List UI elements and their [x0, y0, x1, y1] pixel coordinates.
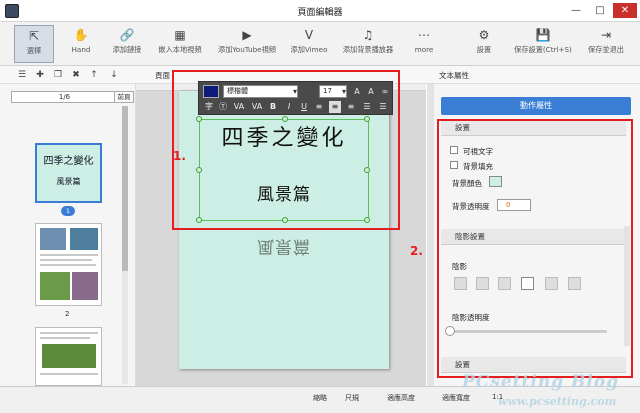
annotation-label-2: 2.: [410, 244, 423, 258]
music-note-icon: ♫: [362, 28, 374, 42]
move-down-icon[interactable]: ↓: [108, 69, 120, 81]
close-button[interactable]: ✕: [613, 3, 637, 18]
settings-button[interactable]: ⚙ 設置: [469, 25, 499, 63]
thumbnail-text-line: [40, 332, 98, 334]
minimize-button[interactable]: —: [565, 3, 587, 18]
film-icon: ▦: [174, 28, 186, 42]
thumbnail-photo: [40, 272, 70, 300]
select-tool-button[interactable]: ⇱ 選擇: [14, 25, 54, 63]
thumbnail-text-line: [40, 337, 90, 339]
main-toolbar: ⇱ 選擇 ✋ Hand 🔗 添加鏈接 ▦ 嵌入本地視頻 ▶ 添加YouTube視頻 V 添加…: [0, 22, 640, 66]
page-thumbnail-1[interactable]: 四季之變化 風景篇: [35, 143, 102, 203]
thumbnail-photo: [70, 228, 98, 250]
title-bar: 頁面編輯器 — □ ✕: [0, 0, 640, 22]
thumbnail-text-line: [40, 373, 98, 375]
annotation-box-1: [172, 70, 400, 230]
save-settings-button[interactable]: 💾 保存設置(Ctrl+S): [510, 25, 576, 63]
save-and-exit-button[interactable]: ⇥ 保存並退出: [582, 25, 630, 63]
page-thumbnail-2[interactable]: [35, 223, 102, 306]
annotation-label-1: 1.: [173, 149, 186, 163]
page-thumbnail-3[interactable]: [35, 327, 102, 386]
more-button[interactable]: ⋯ more: [409, 25, 439, 63]
thumbnail-subtitle: 風景篇: [56, 177, 81, 186]
list-icon[interactable]: ☰: [16, 69, 28, 81]
cursor-icon: ⇱: [28, 29, 40, 43]
add-page-icon[interactable]: ✚: [34, 69, 46, 81]
page-thumbnail-sidebar: 1/6 前頁 四季之變化 風景篇 1 2: [0, 84, 136, 386]
goto-page-button[interactable]: 前頁: [114, 91, 134, 103]
embed-local-video-button[interactable]: ▦ 嵌入本地視頻: [152, 25, 208, 63]
annotation-box-2: [437, 119, 633, 378]
maximize-button[interactable]: □: [589, 3, 611, 18]
gear-icon: ⚙: [478, 28, 490, 42]
action-properties-button[interactable]: 動作屬性: [441, 97, 631, 115]
tab-text-properties[interactable]: 文本屬性: [439, 70, 469, 81]
sidebar-scrollbar[interactable]: [122, 106, 128, 384]
move-up-icon[interactable]: ↑: [88, 69, 100, 81]
more-icon: ⋯: [418, 28, 430, 42]
thumbnail-text-line: [40, 264, 96, 266]
add-youtube-button[interactable]: ▶ 添加YouTube視頻: [212, 25, 282, 63]
scrollbar-thumb[interactable]: [122, 106, 128, 271]
thumbnail-photo: [72, 272, 98, 300]
play-icon: ▶: [242, 28, 252, 42]
copy-page-icon[interactable]: ❐: [52, 69, 64, 81]
window-title: 頁面編輯器: [297, 8, 343, 18]
exit-icon: ⇥: [600, 28, 612, 42]
thumbnail-title: 四季之變化: [43, 156, 94, 167]
page-number-badge: 1: [61, 206, 75, 216]
vimeo-icon: V: [304, 28, 314, 42]
fit-height-button[interactable]: 適應高度: [387, 393, 415, 403]
page-editor-window: 頁面編輯器 — □ ✕ ⇱ 選擇 ✋ Hand 🔗 添加鏈接 ▦ 嵌入本地視頻 ▶ 添加Y…: [0, 0, 640, 413]
watermark-text: PCsetting Blog: [462, 372, 620, 392]
add-vimeo-button[interactable]: V 添加Vimeo: [286, 25, 332, 63]
hand-icon: ✋: [73, 28, 89, 42]
tab-page[interactable]: 頁面: [155, 70, 170, 81]
thumbnail-photo: [42, 344, 96, 368]
link-icon: 🔗: [119, 28, 135, 42]
thumbnail-text-line: [40, 254, 98, 256]
add-link-button[interactable]: 🔗 添加鏈接: [108, 25, 146, 63]
ruler-toggle[interactable]: 尺規: [345, 393, 359, 403]
add-bg-player-button[interactable]: ♫ 添加背景播放器: [337, 25, 399, 63]
page-number-label: 2: [65, 310, 70, 318]
delete-page-icon[interactable]: ✖: [70, 69, 82, 81]
fit-width-button[interactable]: 適應寬度: [442, 393, 470, 403]
hand-tool-button[interactable]: ✋ Hand: [64, 25, 98, 63]
thumbnail-text-line: [40, 259, 92, 261]
reflection-text: 風景篇: [257, 236, 311, 256]
watermark-url: www.pcsetting.com: [498, 395, 617, 408]
thumbnail-view-toggle[interactable]: 縮略: [313, 393, 327, 403]
thumbnail-photo: [40, 228, 66, 250]
panel-divider[interactable]: [427, 84, 434, 386]
save-icon: 💾: [535, 28, 551, 42]
page-counter[interactable]: 1/6: [11, 91, 118, 103]
